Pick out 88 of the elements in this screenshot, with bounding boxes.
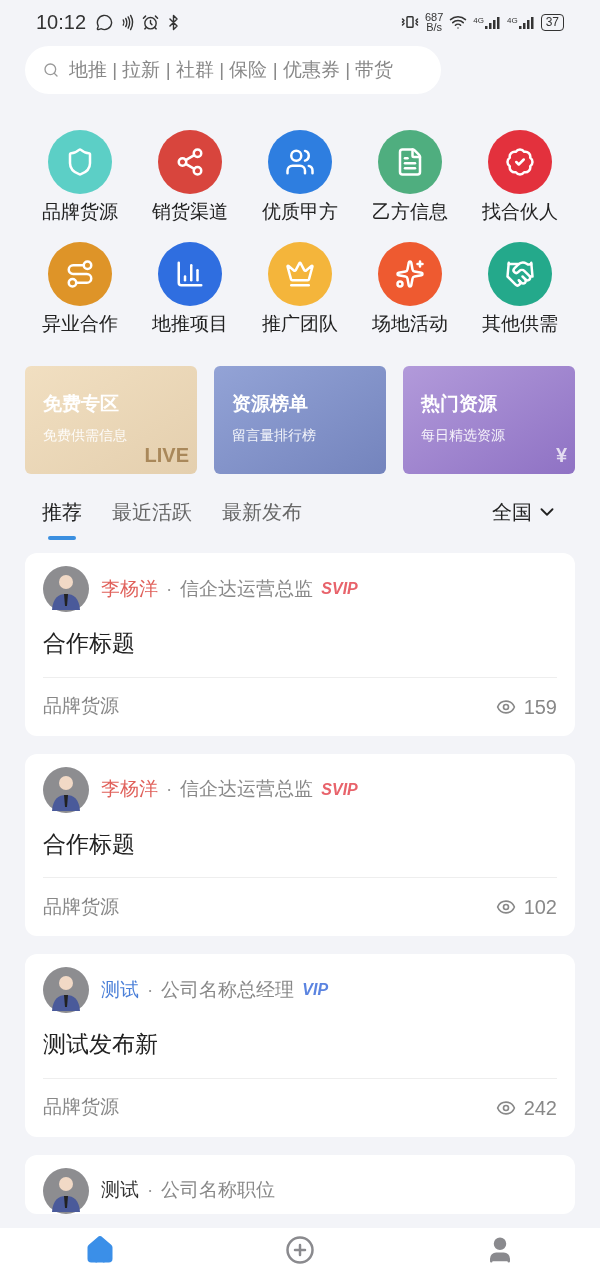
feed-tab[interactable]: 最新发布 (222, 488, 302, 536)
promo-subtitle: 免费供需信息 (43, 425, 128, 445)
member-label: SVIP (321, 579, 358, 599)
net-speed: 687 (424, 12, 444, 22)
author-title: 公司名称职位 (161, 1178, 276, 1203)
post-title: 测试发布新 (43, 1030, 159, 1059)
promo-subtitle: 留言量排行榜 (232, 425, 317, 445)
battery-indicator: 37 (540, 13, 564, 31)
category-item[interactable]: 品牌货源 (25, 130, 135, 227)
member-label: SVIP (321, 779, 358, 800)
author-title: 公司名称总经理 (161, 977, 295, 1002)
vibrate-icon (400, 13, 419, 31)
category-item[interactable]: 其他供需 (465, 241, 575, 338)
post-title: 合作标题 (43, 629, 136, 658)
author-name: 李杨洋 (101, 576, 158, 601)
feed-tab[interactable]: 推荐 (42, 488, 82, 536)
network-type: 4G (473, 15, 484, 27)
search-field[interactable]: 地推 | 拉新 | 社群 | 保险 | 优惠券 | 带货 (25, 46, 441, 94)
post-category: 品牌货源 (43, 1095, 119, 1120)
author-title: 信企达运营总监 (180, 576, 314, 601)
promo-watermark: LIVE (144, 443, 189, 468)
feed-tab[interactable]: 最近活跃 (112, 488, 192, 536)
separator-dot: · (166, 777, 173, 802)
chat-icon (96, 13, 114, 31)
net-unit: B/s (426, 22, 443, 32)
author-name: 测试 (101, 977, 139, 1002)
post-card[interactable]: 李杨洋 · 信企达运营总监 SVIP 合作标题 品牌货源 102 (25, 753, 575, 936)
separator-dot: · (166, 576, 173, 601)
avatar (43, 766, 89, 813)
share-icon (175, 147, 205, 177)
views-icon (495, 897, 516, 917)
category-label: 品牌货源 (42, 200, 118, 224)
post-card[interactable]: 李杨洋 · 信企达运营总监 SVIP 合作标题 品牌货源 159 (25, 553, 575, 736)
people-icon (285, 147, 315, 177)
category-item[interactable]: 场地活动 (355, 241, 465, 338)
separator-dot: · (147, 977, 154, 1002)
wifi-icon (449, 13, 468, 31)
signal-icon (518, 15, 535, 29)
member-label: VIP (302, 980, 329, 1000)
category-label: 优质甲方 (262, 200, 338, 224)
view-count: 102 (523, 895, 557, 920)
status-time: 10:12 (36, 10, 87, 35)
post-card[interactable]: 测试 · 公司名称总经理 VIP 测试发布新 品牌货源 242 (25, 954, 575, 1137)
alarm-icon (142, 13, 160, 31)
category-label: 销货渠道 (152, 200, 228, 224)
signal-icon (484, 15, 501, 29)
avatar (43, 566, 89, 612)
tab-underline (48, 536, 76, 540)
add-icon[interactable] (285, 1235, 315, 1265)
promo-watermark: ¥ (555, 443, 567, 468)
sparkle-icon (395, 258, 425, 289)
promo-subtitle: 每日精选资源 (421, 425, 506, 445)
category-item[interactable]: 异业合作 (25, 241, 135, 338)
post-category: 品牌货源 (43, 894, 119, 919)
search-icon (43, 62, 59, 78)
category-item[interactable]: 销货渠道 (135, 130, 245, 227)
category-label: 找合伙人 (482, 200, 558, 224)
author-name: 测试 (101, 1178, 139, 1203)
category-label: 异业合作 (42, 311, 118, 336)
post-category: 品牌货源 (43, 694, 119, 719)
category-label: 地推项目 (152, 311, 228, 336)
category-item[interactable]: 找合伙人 (465, 130, 575, 227)
promo-title: 资源榜单 (232, 392, 309, 416)
category-label: 场地活动 (372, 311, 448, 336)
author-name: 李杨洋 (101, 777, 158, 802)
route-icon (65, 258, 95, 289)
post-card[interactable]: 测试 · 公司名称职位 (25, 1154, 575, 1214)
view-count: 159 (523, 694, 557, 720)
category-item[interactable]: 优质甲方 (245, 130, 355, 227)
view-count: 242 (523, 1095, 557, 1121)
category-label: 其他供需 (482, 311, 558, 336)
handshake-icon (505, 258, 535, 289)
promo-title: 热门资源 (421, 392, 498, 416)
home-icon[interactable] (85, 1235, 115, 1265)
seal-icon (505, 147, 535, 177)
category-item[interactable]: 乙方信息 (355, 130, 465, 227)
post-title: 合作标题 (43, 829, 136, 859)
author-title: 信企达运营总监 (180, 777, 314, 802)
network-type: 4G (506, 15, 518, 27)
avatar (43, 1167, 89, 1214)
category-item[interactable]: 推广团队 (245, 241, 355, 338)
promo-title: 免费专区 (43, 392, 120, 416)
category-item[interactable]: 地推项目 (135, 241, 245, 338)
region-selector[interactable]: 全国 (492, 497, 558, 527)
category-label: 乙方信息 (372, 200, 448, 224)
avatar (43, 967, 89, 1013)
category-label: 推广团队 (262, 311, 338, 336)
separator-dot: · (147, 1178, 154, 1203)
